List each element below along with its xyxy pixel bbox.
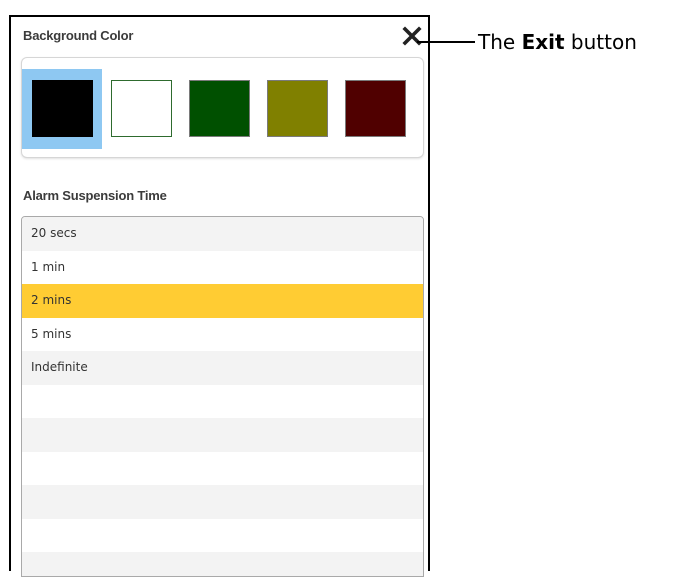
color-swatch-white	[111, 80, 172, 137]
exit-button[interactable]	[402, 26, 422, 46]
color-swatch-dark-green	[189, 80, 250, 137]
alarm-suspension-list: 20 secs 1 min 2 mins 5 mins Indefinite	[21, 216, 424, 577]
exit-button-callout: The Exit button	[478, 30, 637, 54]
swatch-cell-white[interactable]	[101, 69, 181, 149]
color-swatch-olive	[267, 80, 328, 137]
settings-panel: Background Color Alarm Suspension Time 2…	[9, 15, 430, 577]
swatch-cell-dark-green[interactable]	[179, 69, 259, 149]
callout-leader-line	[417, 41, 475, 43]
empty-list-row	[22, 518, 423, 552]
callout-bold-word: Exit	[521, 30, 565, 54]
empty-list-row	[22, 451, 423, 485]
color-swatch-black	[32, 80, 93, 137]
empty-list-row	[22, 552, 423, 576]
swatch-cell-maroon[interactable]	[335, 69, 415, 149]
list-item-5-mins[interactable]: 5 mins	[22, 317, 423, 351]
list-item-20-secs[interactable]: 20 secs	[22, 217, 423, 251]
background-color-picker	[21, 57, 424, 158]
color-swatch-maroon	[345, 80, 406, 137]
callout-prefix: The	[478, 30, 522, 54]
swatch-cell-olive[interactable]	[257, 69, 337, 149]
empty-list-row	[22, 384, 423, 418]
swatch-cell-black[interactable]	[22, 69, 102, 149]
alarm-suspension-title: Alarm Suspension Time	[23, 188, 167, 203]
list-item-indefinite[interactable]: Indefinite	[22, 351, 423, 385]
list-item-1-min[interactable]: 1 min	[22, 250, 423, 284]
empty-list-row	[22, 485, 423, 519]
background-color-title: Background Color	[23, 28, 134, 43]
list-item-2-mins[interactable]: 2 mins	[22, 284, 423, 318]
empty-list-row	[22, 418, 423, 452]
close-icon	[402, 26, 422, 46]
callout-suffix: button	[564, 30, 637, 54]
